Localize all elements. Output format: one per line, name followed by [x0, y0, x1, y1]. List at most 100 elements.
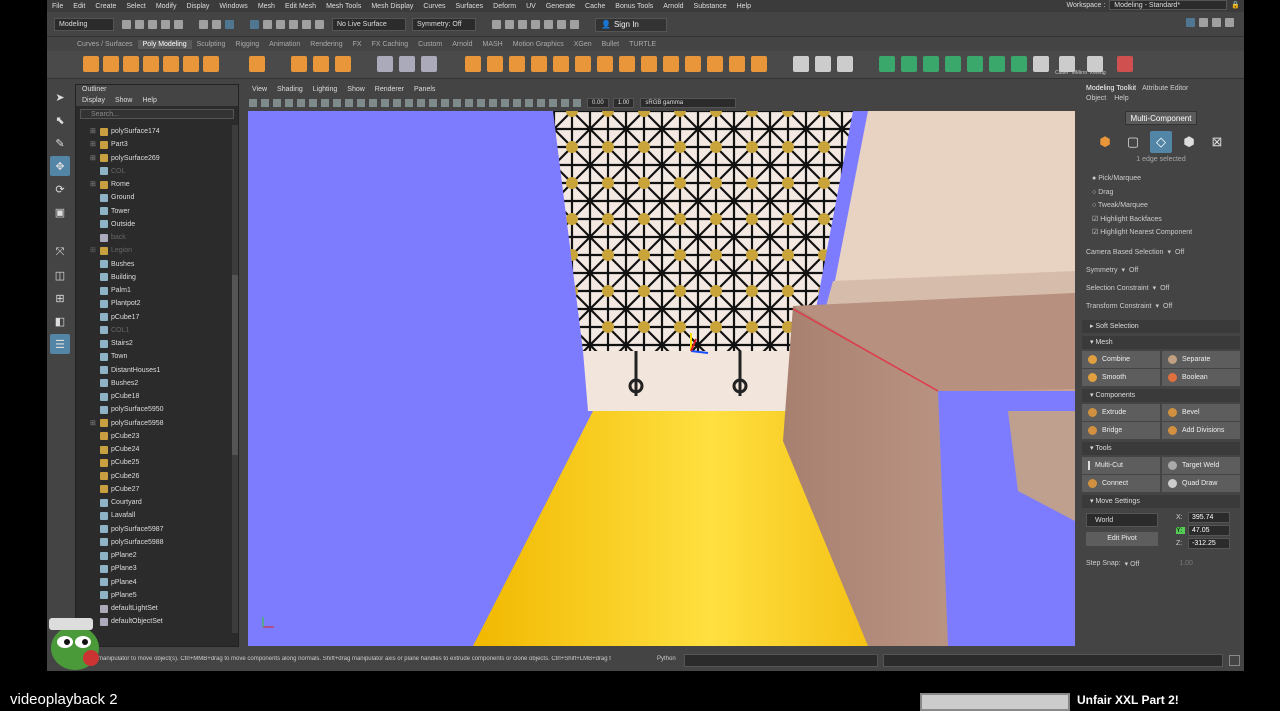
- show-manipulator-icon[interactable]: ⤧: [50, 242, 70, 262]
- menu-help[interactable]: Help: [732, 3, 756, 10]
- sphere-icon[interactable]: [83, 56, 99, 72]
- shelf-tab-bullet[interactable]: Bullet: [597, 40, 625, 49]
- expand-icon[interactable]: ⊞: [90, 178, 98, 191]
- shelf-tab-custom[interactable]: Custom: [413, 40, 447, 49]
- shelf-tab-arnold[interactable]: Arnold: [447, 40, 477, 49]
- ambient-occlusion-icon[interactable]: [477, 99, 485, 107]
- drag-radio[interactable]: ○ Drag: [1080, 186, 1242, 200]
- menu-substance[interactable]: Substance: [689, 3, 732, 10]
- extrude-icon[interactable]: [597, 56, 613, 72]
- resolution-gate-icon[interactable]: [345, 99, 353, 107]
- multi-cut-icon[interactable]: [793, 56, 809, 72]
- transform-constraint-row[interactable]: Transform Constraint ▾ Off: [1080, 300, 1242, 313]
- toolkit-menu-object[interactable]: Object: [1086, 94, 1106, 104]
- hierarchy-mode-icon[interactable]: [199, 20, 208, 29]
- move-settings-section-header[interactable]: ▾ Move Settings: [1082, 494, 1240, 508]
- shelf-tab-sculpting[interactable]: Sculpting: [192, 40, 231, 49]
- outliner-item[interactable]: DistantHouses1: [76, 364, 234, 377]
- extrude-button[interactable]: Extrude: [1082, 403, 1160, 421]
- grease-pencil-icon[interactable]: [309, 99, 317, 107]
- scale-tool-icon[interactable]: ▣: [50, 202, 70, 222]
- render-frame-icon[interactable]: [492, 20, 501, 29]
- cube-icon[interactable]: [103, 56, 119, 72]
- single-view-icon[interactable]: ◫: [50, 265, 70, 285]
- mesh-section-header[interactable]: ▾ Mesh: [1082, 335, 1240, 349]
- mode-select[interactable]: Modeling: [54, 18, 114, 31]
- sweep-icon[interactable]: [291, 56, 307, 72]
- camera-based-selection-row[interactable]: Camera Based Selection ▾ Off: [1080, 246, 1242, 259]
- two-view-icon[interactable]: ◧: [50, 311, 70, 331]
- tweak-marquee-radio[interactable]: ○ Tweak/Marquee: [1080, 199, 1242, 213]
- xray-joints-icon[interactable]: [549, 99, 557, 107]
- viewport-menu-show[interactable]: Show: [347, 84, 365, 95]
- menu-mesh-display[interactable]: Mesh Display: [366, 3, 418, 10]
- shelf-tab-mash[interactable]: MASH: [478, 40, 508, 49]
- outliner-item[interactable]: COL: [76, 165, 234, 178]
- outliner-scroll-thumb[interactable]: [232, 275, 238, 455]
- shelf-tab-turtle[interactable]: TURTLE: [624, 40, 661, 49]
- four-view-icon[interactable]: ⊞: [50, 288, 70, 308]
- menu-windows[interactable]: Windows: [214, 3, 252, 10]
- far-clip-field[interactable]: 1.00: [612, 98, 635, 108]
- outliner-scrollbar[interactable]: [232, 125, 238, 633]
- next-video-thumbnail[interactable]: [920, 693, 1070, 711]
- menu-bonus-tools[interactable]: Bonus Tools: [610, 3, 658, 10]
- connect-icon[interactable]: [837, 56, 853, 72]
- expand-icon[interactable]: ⊞: [90, 417, 98, 430]
- live-surface-select[interactable]: No Live Surface: [332, 18, 406, 31]
- snap-point-icon[interactable]: [289, 20, 298, 29]
- edge-mode-icon[interactable]: ◇: [1150, 131, 1172, 153]
- outliner-item[interactable]: Plantpot2: [76, 297, 234, 310]
- outliner-search-input[interactable]: Search...: [80, 109, 234, 119]
- symmetry-row[interactable]: Symmetry ▾ Off: [1080, 264, 1242, 277]
- outliner-item[interactable]: Lavafall: [76, 509, 234, 522]
- paint-select-icon[interactable]: ✎: [50, 133, 70, 153]
- components-section-header[interactable]: ▾ Components: [1082, 388, 1240, 402]
- hypershade-icon[interactable]: [531, 20, 540, 29]
- viewport-menu-panels[interactable]: Panels: [414, 84, 435, 95]
- snap-curve-icon[interactable]: [276, 20, 285, 29]
- menu-arnold[interactable]: Arnold: [658, 3, 688, 10]
- outliner-item[interactable]: Palm1: [76, 284, 234, 297]
- viewport-menu-lighting[interactable]: Lighting: [313, 84, 338, 95]
- boolean-button[interactable]: Boolean: [1162, 368, 1240, 386]
- uv-auto-icon[interactable]: [967, 56, 983, 72]
- depth-of-field-icon[interactable]: [513, 99, 521, 107]
- shelf-tab-rigging[interactable]: Rigging: [230, 40, 264, 49]
- pause-icon[interactable]: [570, 20, 579, 29]
- smooth-mesh-icon[interactable]: [421, 56, 437, 72]
- selection-constraint-row[interactable]: Selection Constraint ▾ Off: [1080, 282, 1242, 295]
- move-tool-icon[interactable]: ✥: [50, 156, 70, 176]
- outliner-item[interactable]: pCube23: [76, 430, 234, 443]
- snap-plane-icon[interactable]: [302, 20, 311, 29]
- menu-create[interactable]: Create: [90, 3, 121, 10]
- expand-icon[interactable]: ⊞: [90, 244, 98, 257]
- tool-settings-icon[interactable]: [1212, 18, 1221, 27]
- viewport-menu-shading[interactable]: Shading: [277, 84, 303, 95]
- outliner-item[interactable]: Tower: [76, 205, 234, 218]
- field-chart-icon[interactable]: [369, 99, 377, 107]
- shelf-tab-poly-modeling[interactable]: Poly Modeling: [137, 39, 192, 49]
- motion-blur-icon[interactable]: [489, 99, 497, 107]
- outliner-item[interactable]: ⊞ polySurface174: [76, 125, 234, 138]
- plane-icon[interactable]: [183, 56, 199, 72]
- extract-icon[interactable]: [465, 56, 481, 72]
- color-space-select[interactable]: sRGB gamma: [640, 98, 737, 108]
- highlight-backfaces-checkbox[interactable]: ☑ Highlight Backfaces: [1080, 213, 1242, 227]
- outliner-item[interactable]: pCube18: [76, 390, 234, 403]
- outliner-item[interactable]: COL1: [76, 324, 234, 337]
- shelf-tab-xgen[interactable]: XGen: [569, 40, 597, 49]
- step-snap-select[interactable]: ▾ Off: [1125, 560, 1140, 568]
- snap-surface-icon[interactable]: [315, 20, 324, 29]
- textured-icon[interactable]: [441, 99, 449, 107]
- open-scene-icon[interactable]: [135, 20, 144, 29]
- cutter-icon[interactable]: [1033, 56, 1049, 72]
- insert-loop-icon[interactable]: [815, 56, 831, 72]
- undo-icon[interactable]: [161, 20, 170, 29]
- next-video-title[interactable]: Unfair XXL Part 2!: [1077, 693, 1179, 707]
- lasso-tool-icon[interactable]: ⬉: [50, 110, 70, 130]
- attribute-editor-icon[interactable]: [1199, 18, 1208, 27]
- chamfer-icon[interactable]: [685, 56, 701, 72]
- connect-button[interactable]: Connect: [1082, 474, 1160, 492]
- outliner-item[interactable]: pCube25: [76, 456, 234, 469]
